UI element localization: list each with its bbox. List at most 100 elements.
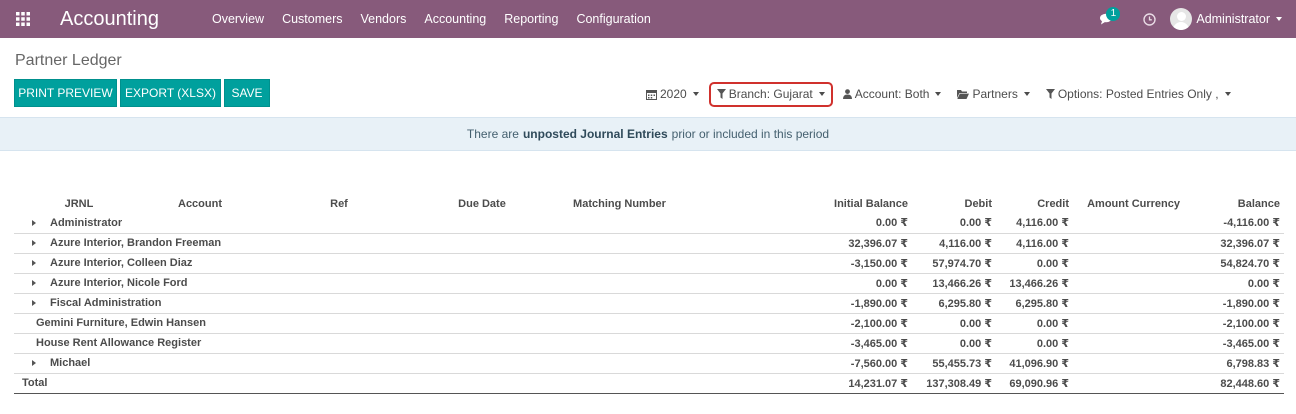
- calendar-icon: [646, 89, 657, 100]
- amount-currency-cell: [1073, 313, 1184, 334]
- balance-cell: 54,824.70 ₹: [1184, 253, 1284, 274]
- export-xlsx-button[interactable]: EXPORT (XLSX): [120, 79, 221, 107]
- credit-cell: 6,295.80 ₹: [996, 293, 1073, 314]
- table-header-row: JRNL Account Ref Due Date Matching Numbe…: [14, 194, 1284, 213]
- amount-currency-cell: [1073, 273, 1184, 294]
- alert-suffix: prior or included in this period: [671, 127, 830, 141]
- funnel-icon: [716, 89, 726, 99]
- col-matching-number: Matching Number: [573, 197, 666, 210]
- table-row[interactable]: Azure Interior, Nicole Ford 0.00 ₹ 13,46…: [14, 273, 1284, 294]
- col-credit: Credit: [1037, 197, 1069, 210]
- avatar: [1170, 8, 1193, 30]
- partner-name: Azure Interior, Nicole Ford: [50, 277, 188, 289]
- partner-name: Administrator: [50, 216, 123, 229]
- chevron-down-icon: [692, 92, 699, 96]
- menu-overview[interactable]: Overview: [203, 0, 273, 38]
- balance-cell: -4,116.00 ₹: [1184, 213, 1284, 234]
- initial-balance-cell: -3,465.00 ₹: [697, 333, 912, 354]
- menu-vendors[interactable]: Vendors: [352, 0, 416, 38]
- table-row: Gemini Furniture, Edwin Hansen -2,100.00…: [14, 313, 1284, 334]
- menu-customers[interactable]: Customers: [273, 0, 351, 38]
- options-filter[interactable]: Options: Posted Entries Only ,: [1040, 82, 1237, 107]
- chevron-down-icon: [1224, 92, 1231, 96]
- credit-cell: 13,466.26 ₹: [996, 273, 1073, 294]
- amount-currency-cell: [1073, 253, 1184, 274]
- credit-cell: 0.00 ₹: [996, 333, 1073, 354]
- app-title[interactable]: Accounting: [60, 0, 159, 38]
- expand-caret-icon[interactable]: [32, 240, 36, 247]
- options-filter-label: Options: Posted Entries Only ,: [1057, 87, 1219, 101]
- initial-balance-cell: -2,100.00 ₹: [697, 313, 912, 334]
- table-row[interactable]: Fiscal Administration -1,890.00 ₹ 6,295.…: [14, 293, 1284, 314]
- amount-currency-cell: [1073, 233, 1184, 254]
- balance-cell: 32,396.07 ₹: [1184, 233, 1284, 254]
- menu-configuration[interactable]: Configuration: [567, 0, 659, 38]
- col-jrnl: JRNL: [64, 197, 94, 210]
- user-name: Administrator: [1196, 12, 1270, 26]
- total-initial-balance: 14,231.07 ₹: [697, 373, 912, 394]
- chevron-down-icon: [818, 92, 825, 96]
- save-button[interactable]: SAVE: [224, 79, 270, 107]
- table-row[interactable]: Azure Interior, Brandon Freeman 32,396.0…: [14, 233, 1284, 254]
- credit-cell: 4,116.00 ₹: [996, 213, 1073, 234]
- debit-cell: 57,974.70 ₹: [912, 253, 996, 274]
- main-menu: Overview Customers Vendors Accounting Re…: [203, 0, 660, 38]
- expand-caret-icon[interactable]: [32, 280, 36, 287]
- date-filter-label: 2020: [660, 87, 687, 101]
- col-initial-balance: Initial Balance: [834, 197, 908, 210]
- chevron-down-icon: [935, 92, 942, 96]
- account-filter[interactable]: Account: Both: [837, 82, 948, 107]
- debit-cell: 0.00 ₹: [912, 333, 996, 354]
- apps-menu-icon[interactable]: [0, 0, 46, 38]
- amount-currency-cell: [1073, 213, 1184, 234]
- total-amount-currency: [1073, 373, 1184, 394]
- messaging-button[interactable]: 1: [1092, 0, 1122, 38]
- filter-bar: 2020 Branch: Gujarat Account: Both Partn…: [640, 80, 1241, 108]
- date-filter[interactable]: 2020: [640, 82, 705, 107]
- account-filter-label: Account: Both: [854, 87, 930, 101]
- page-title: Partner Ledger: [15, 52, 122, 69]
- initial-balance-cell: 32,396.07 ₹: [697, 233, 912, 254]
- credit-cell: 0.00 ₹: [996, 253, 1073, 274]
- table-row[interactable]: Administrator 0.00 ₹ 0.00 ₹ 4,116.00 ₹ -…: [14, 213, 1284, 234]
- expand-caret-icon[interactable]: [32, 260, 36, 267]
- table-row: House Rent Allowance Register -3,465.00 …: [14, 333, 1284, 354]
- chevron-down-icon: [1276, 17, 1282, 21]
- print-preview-button[interactable]: PRINT PREVIEW: [14, 79, 117, 107]
- expand-caret-icon[interactable]: [32, 300, 36, 307]
- debit-cell: 55,455.73 ₹: [912, 353, 996, 374]
- total-balance: 82,448.60 ₹: [1184, 373, 1284, 394]
- balance-cell: -3,465.00 ₹: [1184, 333, 1284, 354]
- menu-accounting[interactable]: Accounting: [415, 0, 495, 38]
- folder-icon: [957, 90, 970, 99]
- amount-currency-cell: [1073, 333, 1184, 354]
- expand-caret-icon[interactable]: [32, 219, 36, 226]
- balance-cell: -1,890.00 ₹: [1184, 293, 1284, 314]
- partner-name: Fiscal Administration: [50, 297, 162, 309]
- table-row[interactable]: Azure Interior, Colleen Diaz -3,150.00 ₹…: [14, 253, 1284, 274]
- branch-filter[interactable]: Branch: Gujarat: [708, 81, 833, 107]
- col-due-date: Due Date: [458, 197, 506, 210]
- alert-bold-text: unposted Journal Entries: [522, 127, 668, 141]
- balance-cell: 0.00 ₹: [1184, 273, 1284, 294]
- expand-caret-icon[interactable]: [32, 360, 36, 367]
- credit-cell: 0.00 ₹: [996, 313, 1073, 334]
- debit-cell: 4,116.00 ₹: [912, 233, 996, 254]
- unposted-entries-alert: There are unposted Journal Entries prior…: [0, 117, 1296, 151]
- activity-button[interactable]: [1134, 0, 1164, 38]
- total-label: Total: [14, 373, 697, 394]
- partners-filter[interactable]: Partners: [951, 82, 1035, 107]
- menu-reporting[interactable]: Reporting: [495, 0, 567, 38]
- user-menu[interactable]: Administrator: [1170, 0, 1296, 38]
- branch-filter-label: Branch: Gujarat: [728, 87, 813, 101]
- credit-cell: 41,096.90 ₹: [996, 353, 1073, 374]
- initial-balance-cell: 0.00 ₹: [697, 273, 912, 294]
- debit-cell: 0.00 ₹: [912, 313, 996, 334]
- top-navbar: Accounting Overview Customers Vendors Ac…: [0, 0, 1296, 38]
- total-debit: 137,308.49 ₹: [912, 373, 996, 394]
- table-row[interactable]: Michael -7,560.00 ₹ 55,455.73 ₹ 41,096.9…: [14, 353, 1284, 374]
- col-amount-currency: Amount Currency: [1087, 197, 1180, 210]
- partner-ledger-table: JRNL Account Ref Due Date Matching Numbe…: [14, 194, 1284, 394]
- initial-balance-cell: -1,890.00 ₹: [697, 293, 912, 314]
- chat-count-badge: 1: [1106, 7, 1121, 21]
